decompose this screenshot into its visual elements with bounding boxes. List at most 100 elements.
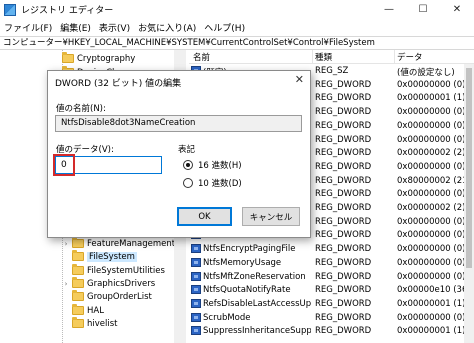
tree-item-featuremanagement[interactable]: › FeatureManagement [62, 237, 175, 250]
window-controls: — ☐ ✕ [372, 0, 474, 19]
tree-item-label: HAL [87, 305, 104, 316]
list-scrollbar[interactable] [464, 64, 474, 343]
value-name: NtfsEncryptPagingFile [203, 244, 296, 255]
value-data: 0x00000000 (0) [397, 79, 466, 90]
tree-item-hal[interactable]: HAL [62, 304, 104, 317]
maximize-button[interactable]: ☐ [406, 0, 440, 19]
list-item[interactable]: ScrubMode REG_DWORD 0x00000000 (0) [189, 312, 466, 325]
value-data: 0x00000001 (1) [397, 298, 466, 309]
value-name: NtfsQuotaNotifyRate [203, 285, 291, 296]
base-group-label: 表記 [178, 145, 196, 155]
tree-item-filesystem[interactable]: FileSystem [62, 250, 137, 263]
value-data: 0x00000000 (0) [397, 312, 466, 323]
tree-item-label: FileSystemUtilities [87, 265, 165, 276]
registry-value-icon [191, 326, 201, 336]
value-data: 0x00000002 (2) [397, 148, 466, 159]
column-divider[interactable] [312, 50, 313, 64]
list-scrollbar-thumb[interactable] [466, 68, 472, 268]
list-header: 名前 種類 データ [189, 50, 474, 64]
list-item[interactable]: RefsDisableLastAccessUpdate REG_DWORD 0x00… [189, 298, 466, 311]
value-type: REG_DWORD [315, 257, 372, 268]
value-type: REG_DWORD [315, 203, 372, 213]
radio-hexadecimal[interactable]: 16 進数(H) [183, 159, 242, 171]
value-type: REG_DWORD [315, 230, 372, 241]
value-type: REG_DWORD [315, 93, 372, 104]
registry-value-icon [191, 312, 201, 322]
value-type: REG_DWORD [315, 285, 372, 296]
radio-hex-label: 16 進数(H) [198, 161, 242, 171]
value-type: REG_DWORD [315, 120, 372, 131]
address-bar[interactable]: コンピューター¥HKEY_LOCAL_MACHINE¥SYSTEM¥Curren… [0, 36, 474, 50]
menu-file[interactable]: ファイル(F) [4, 21, 52, 34]
menu-view[interactable]: 表示(V) [99, 21, 130, 34]
value-type: REG_DWORD [315, 298, 372, 309]
folder-icon [72, 237, 84, 248]
value-type: REG_DWORD [315, 216, 372, 227]
cancel-button[interactable]: キャンセル [242, 207, 300, 226]
registry-value-icon [191, 244, 201, 254]
radio-button[interactable] [183, 178, 193, 188]
ok-button[interactable]: OK [177, 207, 232, 226]
list-item[interactable]: NtfsMemoryUsage REG_DWORD 0x00000000 (0) [189, 257, 466, 270]
value-data: 0x00000000 (0) [397, 134, 466, 145]
value-data: 0x00000000 (0) [397, 107, 466, 118]
value-data: 0x00000000 (0) [397, 216, 466, 227]
radio-button-checked[interactable] [183, 160, 193, 170]
tree-item-cryptography[interactable]: Cryptography [52, 52, 135, 65]
value-name: NtfsMftZoneReservation [203, 271, 306, 282]
value-name-field: NtfsDisable8dot3NameCreation [55, 115, 302, 132]
close-button[interactable]: ✕ [440, 0, 474, 19]
value-name: SuppressInheritanceSupport [203, 326, 311, 337]
value-name: NtfsMemoryUsage [203, 257, 282, 268]
folder-icon [62, 52, 74, 63]
list-item[interactable]: NtfsQuotaNotifyRate REG_DWORD 0x00000e10 (… [189, 284, 468, 297]
highlight-box [53, 154, 75, 176]
value-data: (値の設定なし) [397, 68, 455, 78]
registry-value-icon [191, 298, 201, 308]
value-data: 0x00000000 (0) [397, 271, 466, 282]
value-data: 0x00000000 (0) [397, 120, 466, 131]
tree-item-label: hivelist [87, 318, 118, 329]
tree-item-graphicsdrivers[interactable]: › GraphicsDrivers [62, 277, 155, 290]
value-data: 0x00000000 (0) [397, 244, 466, 255]
value-type: REG_DWORD [315, 161, 372, 172]
value-data: 0x00000e10 (36 [397, 285, 468, 296]
value-type: REG_DWORD [315, 175, 372, 186]
value-data: 0x00000000 (0) [397, 257, 466, 268]
column-header-data[interactable]: データ [397, 51, 423, 63]
registry-value-icon [191, 257, 201, 267]
chevron-right-icon[interactable]: › [62, 280, 70, 288]
column-header-type[interactable]: 種類 [315, 51, 332, 63]
value-type: REG_DWORD [315, 326, 372, 337]
list-item[interactable]: NtfsMftZoneReservation REG_DWORD 0x0000000… [189, 271, 466, 284]
title-bar: レジストリ エディター — ☐ ✕ [0, 0, 474, 19]
value-name-label: 値の名前(N): [56, 104, 106, 114]
radio-decimal[interactable]: 10 進数(D) [183, 177, 242, 189]
list-item[interactable]: NtfsEncryptPagingFile REG_DWORD 0x00000000… [189, 243, 466, 256]
value-name: RefsDisableLastAccessUpdate [203, 298, 311, 309]
folder-icon [72, 317, 84, 328]
value-data: 0x00000002 (2) [397, 203, 466, 213]
tree-item-grouporderlist[interactable]: GroupOrderList [62, 290, 152, 303]
edit-dword-dialog: DWORD (32 ビット) 値の編集 ✕ 値の名前(N): NtfsDisab… [47, 70, 311, 238]
tree-item-filesystemutilities[interactable]: FileSystemUtilities [62, 264, 165, 277]
registry-value-icon [191, 285, 201, 295]
value-data: 0x00000001 (1) [397, 326, 466, 337]
column-divider[interactable] [394, 50, 395, 64]
menu-favorites[interactable]: お気に入り(A) [138, 21, 196, 34]
dialog-close-button[interactable]: ✕ [295, 73, 304, 86]
value-type: REG_DWORD [315, 107, 372, 118]
chevron-right-icon[interactable]: › [62, 240, 70, 248]
folder-icon [72, 304, 84, 315]
menu-edit[interactable]: 編集(E) [60, 21, 91, 34]
value-data: 0x00000000 (0) [397, 189, 466, 200]
column-header-name[interactable]: 名前 [193, 51, 210, 63]
menu-help[interactable]: ヘルプ(H) [204, 21, 245, 34]
tree-item-label: FileSystem [87, 251, 137, 262]
tree-item-hivelist[interactable]: hivelist [62, 317, 118, 330]
value-name: ScrubMode [203, 312, 251, 323]
minimize-button[interactable]: — [372, 0, 406, 19]
value-data: 0x00000001 (1) [397, 93, 466, 104]
value-data: 0x00000000 (0) [397, 230, 466, 241]
list-item[interactable]: SuppressInheritanceSupport REG_DWORD 0x000… [189, 325, 466, 338]
